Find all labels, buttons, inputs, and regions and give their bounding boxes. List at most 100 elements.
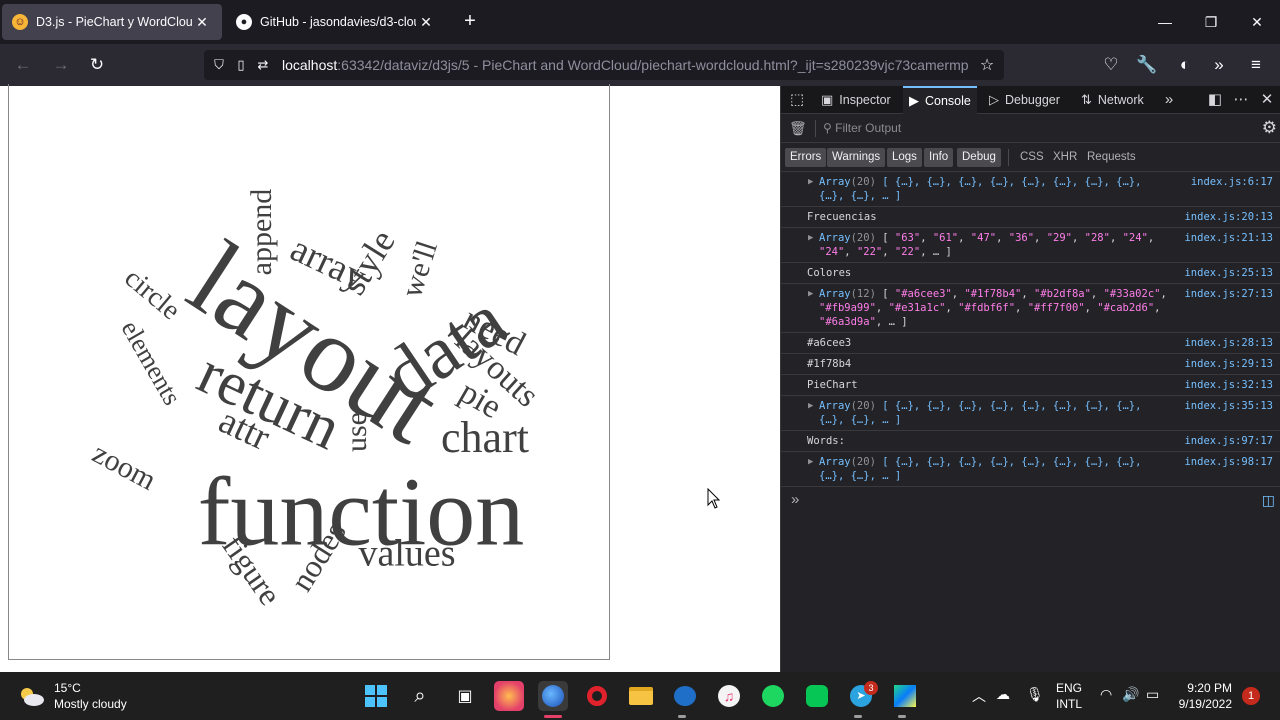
source-link[interactable]: index.js:6:17 [1191, 175, 1273, 189]
filter-errors-button[interactable]: Errors [785, 148, 827, 167]
filter-requests-button[interactable]: Requests [1082, 148, 1141, 167]
source-link[interactable]: index.js:98:17 [1184, 455, 1273, 469]
webstorm-icon[interactable] [890, 681, 920, 711]
array-item: "24" [819, 246, 845, 258]
microphone-icon[interactable]: 🎙 [1026, 686, 1044, 703]
log-level-filters: Errors Warnings Logs Info Debug CSS XHR … [781, 143, 1280, 172]
filter-css-button[interactable]: CSS [1015, 148, 1049, 167]
close-tab-icon[interactable]: ✕ [416, 14, 436, 31]
tab-debugger[interactable]: ▷ Debugger [989, 86, 1060, 114]
array-item: "#e31a1c" [888, 302, 946, 314]
devtools-menu-icon[interactable]: ⋯ [1229, 86, 1253, 114]
array-item: "#6a3d9a" [819, 316, 876, 328]
array-length: (20) [850, 456, 876, 468]
element-picker-icon[interactable]: ⬚ [785, 86, 809, 114]
line-icon[interactable] [802, 681, 832, 711]
source-link[interactable]: index.js:21:13 [1184, 231, 1273, 245]
back-button[interactable]: ← [10, 52, 36, 78]
console-message[interactable]: index.js:98:17 ▶ Array(20) [ {…}, {…}, {…}… [781, 452, 1280, 487]
close-tab-icon[interactable]: ✕ [192, 14, 212, 31]
close-devtools-icon[interactable]: ✕ [1255, 86, 1279, 114]
account-avatar-icon[interactable]: ◐ [1172, 52, 1198, 78]
overflow-chevron-icon[interactable]: » [1206, 52, 1232, 78]
pocket-icon[interactable]: ♡ [1098, 52, 1124, 78]
page-info-icon[interactable]: ▯ [230, 57, 252, 73]
permissions-icon[interactable]: ⇄ [252, 57, 274, 73]
notification-badge[interactable]: 1 [1242, 687, 1260, 705]
filter-logs-button[interactable]: Logs [887, 148, 922, 167]
wifi-icon[interactable]: ◠ [1100, 686, 1112, 703]
console-message[interactable]: index.js:6:17 ▶ Array(20) [ {…}, {…}, {…},… [781, 172, 1280, 207]
source-link[interactable]: index.js:20:13 [1184, 210, 1273, 224]
show-hidden-icons-chevron-icon[interactable]: ︿ [972, 686, 986, 706]
url-bar[interactable]: ⛉ ▯ ⇄ localhost:63342/dataviz/d3js/5 - P… [204, 50, 1004, 80]
console-output: index.js:6:17 ▶ Array(20) [ {…}, {…}, {…},… [781, 172, 1280, 488]
console-message[interactable]: index.js:35:13 ▶ Array(20) [ {…}, {…}, {…}… [781, 396, 1280, 431]
mail-icon[interactable] [670, 681, 700, 711]
close-window-button[interactable]: ✕ [1234, 8, 1280, 36]
menu-hamburger-icon[interactable]: ≡ [1243, 52, 1269, 78]
expand-triangle-icon[interactable]: ▶ [808, 455, 813, 469]
github-favicon-icon: ● [236, 14, 252, 30]
console-icon: ▶ [909, 93, 919, 108]
source-link[interactable]: index.js:32:13 [1184, 378, 1273, 392]
console-settings-gear-icon[interactable]: ⚙ [1262, 118, 1277, 138]
editor-mode-icon[interactable]: ◫ [1262, 492, 1275, 509]
minimize-button[interactable]: — [1142, 8, 1188, 36]
source-link[interactable]: index.js:27:13 [1184, 287, 1273, 301]
filter-debug-button[interactable]: Debug [957, 148, 1001, 167]
running-app-indicator [678, 715, 686, 718]
weather-widget[interactable]: 15°C Mostly cloudy [18, 680, 127, 712]
new-tab-button[interactable]: + [458, 10, 482, 34]
tab-d3js[interactable]: ☺ D3.js - PieChart y WordCloud ✕ [2, 4, 222, 40]
itunes-icon[interactable]: ♫ [714, 681, 744, 711]
source-link[interactable]: index.js:29:13 [1184, 357, 1273, 371]
source-link[interactable]: index.js:25:13 [1184, 266, 1273, 280]
volume-icon[interactable]: 🔊 [1122, 686, 1139, 703]
onedrive-cloud-icon[interactable]: ☁ [996, 686, 1010, 703]
maximize-button[interactable]: ❐ [1188, 8, 1234, 36]
task-view-icon[interactable]: ▣ [450, 681, 480, 711]
wordcloud-word: use [340, 412, 373, 452]
bookmark-star-icon[interactable]: ☆ [976, 55, 998, 75]
filter-info-button[interactable]: Info [924, 148, 954, 167]
clear-console-icon[interactable]: 🗑 [789, 120, 807, 137]
wrench-icon[interactable]: 🔧 [1134, 52, 1160, 78]
search-icon[interactable]: ⌕ [405, 681, 435, 711]
console-input[interactable]: » ◫ [781, 488, 1280, 514]
shield-icon[interactable]: ⛉ [208, 57, 230, 73]
dock-side-icon[interactable]: ◧ [1203, 86, 1227, 114]
reload-button[interactable]: ↻ [84, 52, 110, 78]
filter-output-input[interactable]: ⚲ Filter Output [823, 119, 1223, 138]
tab-inspector[interactable]: ▣ Inspector [821, 86, 891, 114]
tab-console[interactable]: ▶ Console [903, 86, 977, 114]
firefox-dev-icon[interactable] [494, 681, 524, 711]
spotify-icon[interactable] [758, 681, 788, 711]
expand-triangle-icon[interactable]: ▶ [808, 399, 813, 413]
tab-github[interactable]: ● GitHub - jasondavies/d3-cloud ✕ [226, 4, 446, 40]
console-message[interactable]: index.js:27:13 ▶ Array(12) [ "#a6cee3", "#… [781, 284, 1280, 333]
clock[interactable]: 9:20 PM 9/19/2022 [1179, 680, 1232, 712]
filter-xhr-button[interactable]: XHR [1048, 148, 1082, 167]
forward-button[interactable]: → [48, 52, 74, 78]
expand-triangle-icon[interactable]: ▶ [808, 231, 813, 245]
language-indicator[interactable]: ENG INTL [1056, 680, 1082, 712]
expand-triangle-icon[interactable]: ▶ [808, 175, 813, 189]
source-link[interactable]: index.js:35:13 [1184, 399, 1273, 413]
more-tools-chevron-icon[interactable]: » [1157, 86, 1181, 114]
battery-icon[interactable]: ▭ [1146, 686, 1159, 703]
url-text[interactable]: localhost:63342/dataviz/d3js/5 - PieChar… [282, 57, 976, 73]
opera-icon[interactable] [582, 681, 612, 711]
array-length: (20) [850, 400, 876, 412]
console-message[interactable]: index.js:21:13 ▶ Array(20) [ "63", "61", "… [781, 228, 1280, 263]
firefox-icon[interactable] [538, 681, 568, 711]
tab-network[interactable]: ⇅ Network [1081, 86, 1144, 114]
cloud-sun-icon [21, 688, 44, 706]
filter-warnings-button[interactable]: Warnings [827, 148, 886, 167]
expand-triangle-icon[interactable]: ▶ [808, 287, 813, 301]
source-link[interactable]: index.js:28:13 [1184, 336, 1273, 350]
file-explorer-icon[interactable] [626, 681, 656, 711]
source-link[interactable]: index.js:97:17 [1184, 434, 1273, 448]
start-button-icon[interactable] [361, 681, 391, 711]
array-item: "#a6cee3" [894, 288, 952, 300]
